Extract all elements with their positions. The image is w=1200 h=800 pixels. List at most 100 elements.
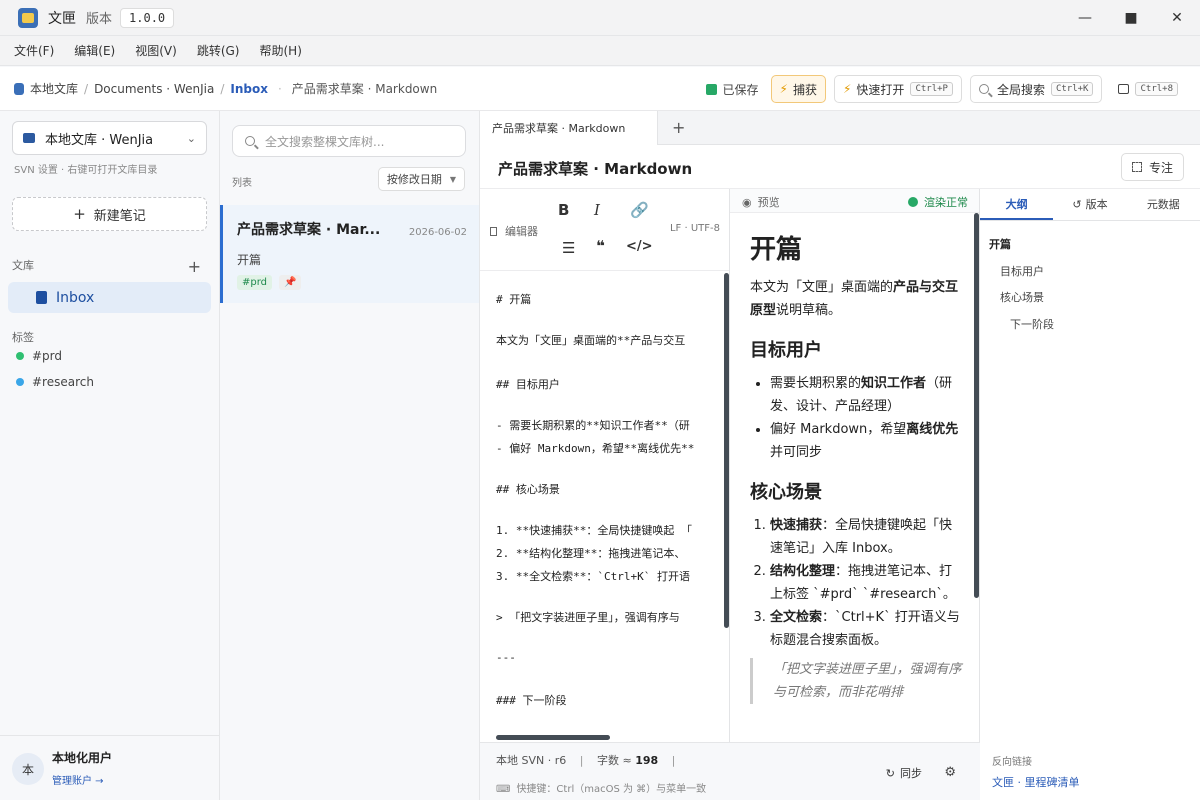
italic-icon[interactable]: I: [594, 201, 600, 219]
new-note-label: 新建笔记: [93, 208, 146, 224]
list-label: 列表: [232, 178, 252, 189]
status-bar: 本地 SVN · r6 | 字数 ≈ 198 | ⌨ 快捷键：Ctrl（macOS…: [480, 742, 980, 800]
outline-item[interactable]: 开篇: [989, 236, 1011, 252]
preview-scene-list: 快速捕获：全局快捷键唤起「快速笔记」入库 Inbox。 结构化整理：拖拽进笔记本…: [770, 514, 962, 652]
breadcrumb-dot: ·: [277, 81, 282, 96]
menu-edit[interactable]: 编辑(E): [74, 42, 115, 59]
maximize-button[interactable]: ■: [1108, 0, 1154, 36]
new-note-button[interactable]: + 新建笔记: [12, 197, 207, 231]
preview-intro: 本文为「文匣」桌面端的产品与交互原型说明草稿。: [750, 276, 962, 322]
library-select[interactable]: 本地文库 · WenJia ⌄: [12, 121, 207, 155]
menu-file[interactable]: 文件(F): [14, 42, 54, 59]
source-line: 2. **结构化整理**：拖拽进笔记本、: [496, 547, 686, 560]
breadcrumb-folder[interactable]: Inbox: [230, 82, 268, 96]
source-line: 1. **快速捕获**：全局快捷键唤起 「: [496, 524, 692, 537]
editor-horizontal-scrollbar[interactable]: [496, 735, 610, 740]
list-bold: 离线优先: [906, 422, 959, 437]
outline-item[interactable]: 下一阶段: [1010, 316, 1054, 332]
close-button[interactable]: ✕: [1154, 0, 1200, 36]
pin-icon[interactable]: 📌: [279, 275, 302, 290]
list-item: 快速捕获：全局快捷键唤起「快速笔记」入库 Inbox。: [770, 514, 962, 560]
search-icon: [978, 84, 989, 94]
note-tag[interactable]: #prd: [237, 275, 273, 290]
user-name: 本地化用户: [52, 751, 113, 765]
search-input[interactable]: 全文搜索整棵文库树...: [232, 125, 466, 157]
tab-outline[interactable]: 大纲: [980, 189, 1054, 220]
note-title: 产品需求草案 · Mar...: [237, 222, 381, 238]
global-search-button[interactable]: 全局搜索 Ctrl+K: [969, 75, 1103, 103]
list-bold: 结构化整理: [770, 564, 836, 579]
quote-icon[interactable]: ❝: [596, 237, 605, 255]
list-item: 需要长期积累的知识工作者（研发、设计、产品经理）: [770, 372, 962, 418]
word-count: 198: [635, 754, 659, 767]
source-line: > 「把文字装进匣子里」，强调有序与: [496, 611, 680, 624]
user-box: 本 本地化用户 管理账户 →: [0, 735, 219, 800]
menu-view[interactable]: 视图(V): [135, 42, 177, 59]
add-notebook-button[interactable]: +: [188, 257, 201, 276]
add-tab-button[interactable]: +: [672, 118, 685, 137]
list-text: 需要长期积累的: [770, 376, 862, 391]
save-disk-icon: [705, 83, 717, 95]
breadcrumb-root[interactable]: 本地文库: [30, 80, 78, 97]
check-circle-icon: [908, 197, 918, 207]
svn-hint: SVN 设置 · 右键可打开文库目录: [14, 165, 158, 176]
manage-account-link[interactable]: 管理账户 →: [52, 772, 104, 787]
intro-text: 本文为「文匣」桌面端的: [750, 280, 894, 295]
menu-help[interactable]: 帮助(H): [259, 42, 301, 59]
caret-down-icon: ▼: [449, 174, 456, 184]
sidebar-tag-prd[interactable]: #prd: [16, 349, 62, 363]
link-icon[interactable]: 🔗: [630, 201, 649, 219]
editor-pane: B I 🔗 ☰ ❝ </> 编辑器 LF · UTF-8 # 开篇 本文为「文匣…: [480, 189, 730, 742]
sidebar-tag-research[interactable]: #research: [16, 375, 94, 389]
preview-header: ◉ 预览 渲染正常: [730, 189, 979, 213]
source-line: - 偏好 Markdown，希望**离线优先**: [496, 442, 695, 455]
app-title: 文匣: [48, 10, 76, 27]
menu-bar: 文件(F) 编辑(E) 视图(V) 跳转(G) 帮助(H): [0, 36, 1200, 66]
sort-select[interactable]: 按修改日期 ▼: [377, 167, 465, 191]
preview-pane: ◉ 预览 渲染正常 开篇 本文为「文匣」桌面端的产品与交互原型说明草稿。 目标用户…: [730, 189, 980, 742]
page-title: 产品需求草案 · Markdown: [498, 160, 693, 178]
menu-go[interactable]: 跳转(G): [197, 42, 240, 59]
eye-icon: ◉: [742, 196, 752, 209]
sidebar-item-inbox[interactable]: Inbox: [8, 282, 211, 313]
outline-item[interactable]: 目标用户: [1000, 263, 1044, 279]
sync-button[interactable]: ↻ 同步: [886, 765, 922, 781]
editor-vertical-scrollbar[interactable]: [724, 273, 729, 628]
history-icon: ↺: [1072, 198, 1082, 211]
version-badge: 1.0.0: [120, 7, 175, 28]
panel-shortcut: Ctrl+8: [1135, 82, 1178, 96]
database-icon: [14, 82, 24, 95]
tag-dot-icon: [16, 352, 24, 360]
tab-document[interactable]: 产品需求草案 · Markdown: [480, 110, 658, 145]
backlinks-head: 反向链接: [992, 757, 1032, 768]
minimize-button[interactable]: —: [1062, 0, 1108, 36]
tab-metadata[interactable]: 元数据: [1127, 189, 1200, 220]
search-icon: [245, 136, 255, 146]
code-icon[interactable]: </>: [626, 239, 653, 254]
list-item[interactable]: 产品需求草案 · Mar... 2026-06-02 开篇 #prd 📌: [220, 205, 479, 303]
sync-label: 同步: [900, 767, 922, 780]
tab-versions[interactable]: ↺ 版本: [1053, 189, 1126, 220]
source-line: 本文为「文匣」桌面端的**产品与交互: [496, 334, 686, 347]
focus-label: 专注: [1148, 160, 1173, 175]
panel-toggle-button[interactable]: Ctrl+8: [1110, 75, 1186, 103]
backlink-link[interactable]: 文匣 · 里程碑清单: [992, 774, 1080, 790]
outline-item[interactable]: 核心场景: [1000, 289, 1044, 305]
preview-scrollbar[interactable]: [974, 213, 979, 598]
sidebar: 本地文库 · WenJia ⌄ SVN 设置 · 右键可打开文库目录 + 新建笔…: [0, 111, 220, 800]
gear-icon[interactable]: ⚙: [944, 765, 956, 780]
bold-icon[interactable]: B: [558, 201, 569, 219]
list-icon[interactable]: ☰: [562, 239, 575, 257]
avatar[interactable]: 本: [12, 753, 44, 785]
panel-icon: [1118, 84, 1130, 94]
global-search-shortcut: Ctrl+K: [1050, 82, 1094, 96]
library-section-head: 文库: [12, 259, 34, 272]
list-text: 并可同步: [770, 445, 823, 460]
breadcrumb-path[interactable]: Documents · WenJia: [94, 82, 214, 96]
focus-button[interactable]: 专注: [1120, 153, 1184, 181]
window-controls: — ■ ✕: [1062, 0, 1200, 36]
svn-status: 本地 SVN · r6: [496, 754, 567, 767]
capture-button[interactable]: ⚡ 捕获: [770, 75, 826, 103]
quick-open-button[interactable]: ⚡ 快速打开 Ctrl+P: [833, 75, 962, 103]
source-line: - 需要长期积累的**知识工作者**（研: [496, 419, 690, 432]
